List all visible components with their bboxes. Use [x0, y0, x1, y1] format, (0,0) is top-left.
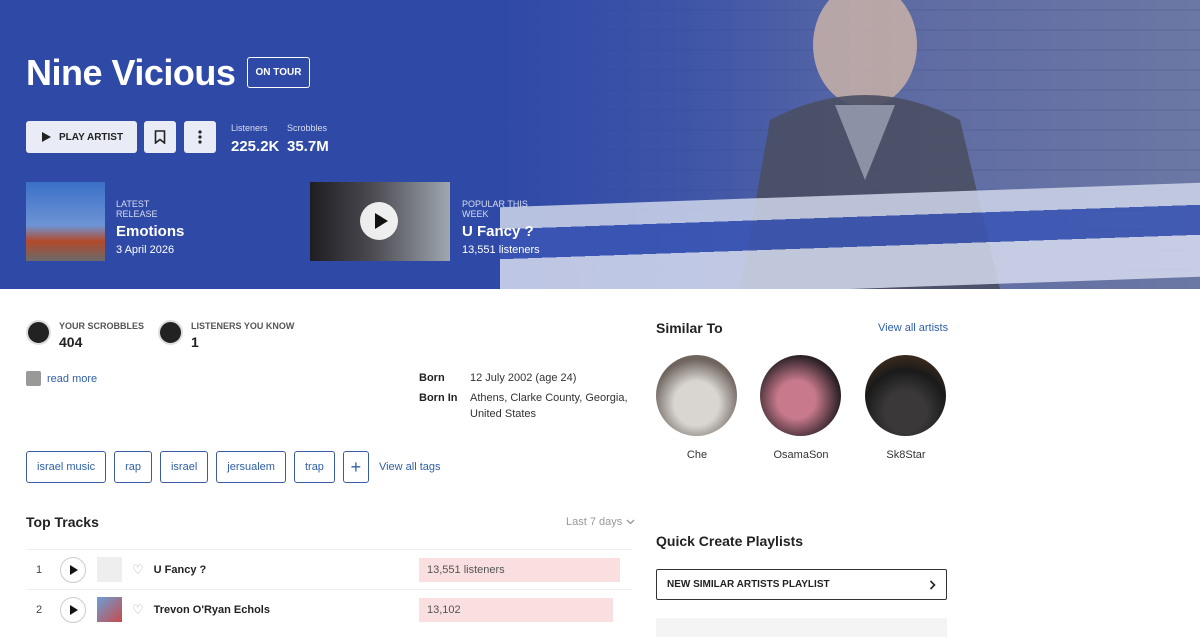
track-name[interactable]: U Fancy ? [154, 564, 404, 576]
similar-artist[interactable]: OsamaSon [760, 355, 842, 461]
track-rank: 2 [36, 603, 43, 616]
similar-artist[interactable]: Sk8Star [865, 355, 947, 461]
view-all-artists-link[interactable]: View all artists [878, 322, 948, 334]
view-all-tags-link[interactable]: View all tags [379, 461, 441, 473]
artist-facts: Born 12 July 2002 (age 24) Born In Athen… [419, 372, 630, 428]
scrobbles-stat: Scrobbles 35.7M [287, 123, 329, 155]
play-icon [42, 132, 51, 142]
bookmark-button[interactable] [144, 121, 176, 153]
track-listeners-bar: 13,102 [419, 598, 613, 622]
latest-release-artwork[interactable] [26, 182, 105, 261]
listeners-label: Listeners [231, 123, 268, 133]
similar-artist-avatar[interactable] [865, 355, 946, 436]
popular-listeners: 13,551 listeners [462, 244, 540, 256]
track-listeners: 13,551 listeners [427, 564, 505, 576]
latest-release-title[interactable]: Emotions [116, 223, 184, 240]
new-similar-playlist-button[interactable]: NEW SIMILAR ARTISTS PLAYLIST [656, 569, 947, 600]
tag[interactable]: israel music [26, 451, 107, 483]
track-artwork [97, 597, 122, 622]
popular-title[interactable]: U Fancy ? [462, 223, 540, 240]
listeners-know-label: LISTENERS YOU KNOW [191, 321, 295, 331]
top-tracks-list: 1 ♡ U Fancy ? 13,551 listeners 2 ♡ Trevo… [26, 549, 632, 629]
more-options-button[interactable] [184, 121, 216, 153]
track-artwork [97, 557, 122, 582]
track-name[interactable]: Trevon O'Ryan Echols [154, 604, 404, 616]
period-label: Last 7 days [566, 516, 623, 528]
friend-avatar[interactable] [158, 320, 183, 345]
read-more-link[interactable]: read more [47, 373, 97, 385]
similar-artist-name[interactable]: Sk8Star [865, 449, 947, 461]
flag [500, 182, 1200, 289]
scrobbles-label: Scrobbles [287, 123, 328, 133]
listeners-value: 225.2K [231, 138, 280, 155]
listeners-stat: Listeners 225.2K [231, 123, 279, 155]
fact-value: Athens, Clarke County, Georgia, United S… [470, 392, 628, 420]
chevron-down-icon [626, 519, 635, 525]
fact-key: Born [419, 372, 445, 384]
similar-artist-name[interactable]: OsamaSon [760, 449, 842, 461]
tag[interactable]: rap [114, 451, 152, 483]
latest-release-kicker: LATEST RELEASE [116, 199, 158, 219]
table-row[interactable]: 1 ♡ U Fancy ? 13,551 listeners [26, 549, 632, 589]
track-rank: 1 [36, 563, 43, 576]
similar-to-title: Similar To [656, 320, 723, 336]
love-track-icon[interactable]: ♡ [132, 562, 144, 578]
artist-photo [500, 0, 1200, 289]
user-avatar [26, 320, 51, 345]
track-listeners: 13,102 [427, 604, 461, 616]
popular-video-thumbnail[interactable] [310, 182, 450, 261]
on-tour-badge[interactable]: ON TOUR [247, 57, 310, 88]
your-scrobbles-label: YOUR SCROBBLES [59, 321, 145, 331]
bio-read-more[interactable]: read more [26, 371, 97, 386]
new-playlist-label: NEW SIMILAR ARTISTS PLAYLIST [667, 579, 830, 590]
play-icon [70, 604, 78, 615]
your-scrobbles-value: 404 [59, 334, 83, 350]
bookmark-icon [154, 130, 166, 144]
popular-kicker: POPULAR THIS WEEK [462, 199, 528, 219]
track-play-button[interactable] [60, 556, 86, 583]
similar-artist-name[interactable]: Che [656, 449, 738, 461]
scrobbles-value: 35.7M [287, 138, 329, 155]
fact-value: 12 July 2002 (age 24) [470, 372, 577, 384]
fact-row: Born 12 July 2002 (age 24) [419, 372, 630, 386]
period-selector[interactable]: Last 7 days [566, 516, 635, 528]
love-track-icon[interactable]: ♡ [132, 602, 144, 618]
similar-artist-avatar[interactable] [656, 355, 737, 436]
play-artist-button[interactable]: PLAY ARTIST [26, 121, 137, 153]
play-icon [70, 564, 78, 575]
quick-create-title: Quick Create Playlists [656, 533, 804, 549]
fact-key: Born In [419, 392, 458, 404]
fact-row: Born In Athens, Clarke County, Georgia, … [419, 392, 630, 422]
tag[interactable]: israel [159, 451, 209, 483]
bio-author-avatar [26, 371, 41, 386]
similar-artist-avatar[interactable] [760, 355, 841, 436]
tag-list: israel music rap israel jersualem trap +… [26, 451, 441, 483]
latest-release-date: 3 April 2026 [116, 244, 175, 256]
top-tracks-title: Top Tracks [26, 514, 99, 530]
play-icon [374, 213, 388, 229]
listeners-you-know[interactable]: LISTENERS YOU KNOW 1 [158, 320, 294, 350]
similar-artist[interactable]: Che [656, 355, 738, 461]
artist-name: Nine Vicious [26, 52, 236, 93]
tag[interactable]: trap [293, 451, 335, 483]
add-tag-button[interactable]: + [342, 451, 369, 483]
listeners-know-value: 1 [191, 334, 199, 350]
more-vertical-icon [198, 130, 202, 144]
track-play-button[interactable] [60, 596, 86, 623]
table-row[interactable]: 2 ♡ Trevon O'Ryan Echols 13,102 [26, 589, 632, 629]
artist-hero: Nine Vicious ON TOUR PLAY ARTIST Listene… [0, 0, 1200, 289]
play-artist-label: PLAY ARTIST [59, 131, 124, 143]
tag[interactable]: jersualem [216, 451, 286, 483]
chevron-right-icon [929, 579, 936, 590]
your-scrobbles: YOUR SCROBBLES 404 [26, 320, 144, 350]
track-listeners-bar: 13,551 listeners [419, 558, 620, 582]
playlist-option-placeholder [656, 618, 947, 637]
video-play-button[interactable] [360, 202, 398, 240]
